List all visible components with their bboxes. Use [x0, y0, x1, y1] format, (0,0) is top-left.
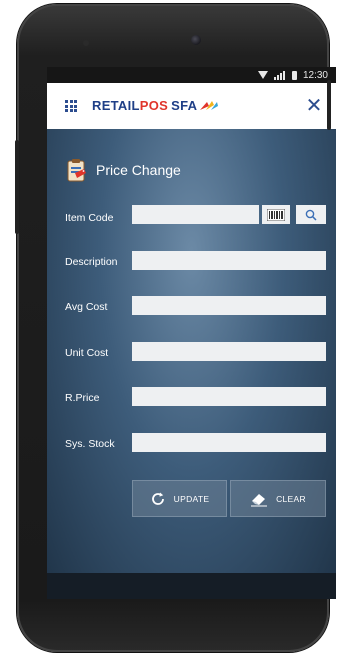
sys-stock-input[interactable] — [132, 433, 326, 452]
volume-button — [15, 140, 19, 234]
brand-text-pos: POS — [139, 98, 169, 113]
front-camera — [191, 35, 201, 45]
power-button — [327, 80, 331, 130]
retail-price-input[interactable] — [132, 387, 326, 406]
price-tag-clipboard-icon — [67, 159, 86, 182]
search-button[interactable] — [296, 205, 326, 224]
app-bar: RETAIL POS SFA ✕ — [47, 83, 336, 129]
label-item-code: Item Code — [65, 212, 114, 224]
battery-icon — [291, 70, 297, 80]
label-description: Description — [65, 256, 118, 268]
avg-cost-input[interactable] — [132, 296, 326, 315]
update-button[interactable]: UPDATE — [132, 480, 227, 517]
signal-icon — [273, 70, 286, 80]
logo-swoosh-icon — [200, 100, 219, 110]
barcode-scan-button[interactable] — [262, 205, 290, 224]
label-unit-cost: Unit Cost — [65, 347, 109, 359]
grid-menu-icon[interactable] — [65, 100, 77, 112]
clear-button-label: CLEAR — [276, 493, 306, 504]
label-retail-price: R.Price — [65, 392, 100, 404]
brand-text-sfa: SFA — [171, 98, 198, 113]
page-header: Price Change — [65, 157, 181, 183]
wifi-icon — [257, 71, 268, 79]
eraser-icon — [251, 493, 268, 506]
page-title: Price Change — [96, 162, 181, 178]
barcode-icon — [267, 208, 285, 221]
clear-button[interactable]: CLEAR — [230, 480, 326, 517]
item-code-input[interactable] — [132, 205, 259, 224]
brand-text-retail: RETAIL — [92, 98, 140, 113]
unit-cost-input[interactable] — [132, 342, 326, 361]
status-time: 12:30 — [302, 69, 328, 81]
refresh-icon — [151, 492, 164, 505]
label-sys-stock: Sys. Stock — [65, 438, 115, 450]
description-input[interactable] — [132, 251, 326, 270]
search-icon — [305, 209, 317, 221]
phone-frame: 12:30 RETAIL POS SFA ✕ Price Change Item… — [17, 4, 336, 652]
proximity-sensor — [83, 40, 89, 46]
device-screen: 12:30 RETAIL POS SFA ✕ Price Change Item… — [47, 67, 336, 599]
status-bar: 12:30 — [47, 67, 336, 83]
update-button-label: UPDATE — [173, 493, 210, 504]
app-logo: RETAIL POS SFA — [92, 98, 219, 113]
label-avg-cost: Avg Cost — [65, 301, 108, 313]
screen-bottom-area — [47, 573, 336, 599]
close-icon[interactable]: ✕ — [304, 96, 324, 116]
